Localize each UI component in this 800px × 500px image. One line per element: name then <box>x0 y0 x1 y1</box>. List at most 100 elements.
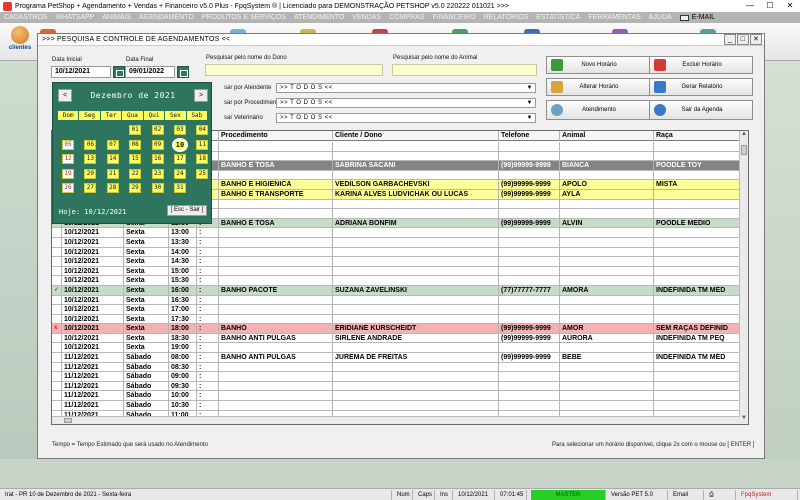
data-final-field[interactable]: 09/01/2022 <box>125 66 175 78</box>
calendar-day[interactable]: 14 <box>106 154 119 164</box>
hscroll-thumb[interactable] <box>64 418 72 423</box>
procedimento-filter-select[interactable]: >> T O D O S << ▼ <box>276 98 536 108</box>
child-minimize-icon[interactable]: _ <box>724 34 736 45</box>
table-row[interactable]: 11/12/2021 Sábado 09:00: <box>52 372 740 382</box>
calendar-day[interactable]: 03 <box>174 125 186 135</box>
menu-relatorios[interactable]: RELATÓRIOS <box>480 14 533 21</box>
grid-header-telefone: Telefone <box>499 131 560 141</box>
menu-whatsapp[interactable]: WHATSAPP <box>52 14 99 21</box>
calendar-day[interactable]: 19 <box>62 168 74 179</box>
table-row[interactable]: 10/12/2021 Sexta 14:00: <box>52 247 740 258</box>
gerar-relatorio-button[interactable]: Gerar Relatório <box>649 78 753 96</box>
cell-animal <box>560 391 654 402</box>
calendar-day[interactable]: 13 <box>84 154 97 164</box>
minimize-icon[interactable]: — <box>740 0 760 12</box>
veterinario-filter-select[interactable]: >> T O D O S << ▼ <box>276 113 536 123</box>
excluir-horario-button[interactable]: Excluir Horário <box>649 56 753 74</box>
table-row[interactable]: 11/12/2021 Sábado 08:00: BANHO ANTI PULGAS J… <box>52 353 740 363</box>
table-row[interactable]: 10/12/2021 Sexta 16:30: <box>52 295 740 306</box>
atendimento-button[interactable]: Atendimento <box>546 100 650 120</box>
table-row[interactable]: 10/12/2021 Sexta 13:30: <box>52 237 740 248</box>
toolbar-clientes-button[interactable]: clientes <box>6 26 34 51</box>
data-inicial-calendar-icon[interactable] <box>113 66 125 78</box>
menu-ferramentas[interactable]: FERRAMENTAS <box>584 14 644 21</box>
calendar-day[interactable]: 31 <box>174 183 186 193</box>
calendar-day[interactable]: 04 <box>196 125 209 135</box>
table-row[interactable]: 11/12/2021 Sábado 08:30: <box>52 362 740 373</box>
calendar-day[interactable]: 18 <box>196 154 209 164</box>
calendar-day[interactable]: 22 <box>129 168 142 179</box>
table-row[interactable]: 10/12/2021 Sexta 18:30: BANHO ANTI PULGAS SI… <box>52 333 740 344</box>
table-row[interactable]: 10/12/2021 Sexta 15:30: <box>52 276 740 286</box>
grid-horizontal-scrollbar[interactable] <box>52 416 740 424</box>
table-row[interactable]: 10/12/2021 Sexta 17:30: <box>52 314 740 325</box>
table-row[interactable]: ✓ 10/12/2021 Sexta 16:00: BANHO PACOTE SUZANA… <box>52 285 740 296</box>
atendente-filter-select[interactable]: >> T O D O S << ▼ <box>276 83 536 93</box>
calendar-day[interactable]: 06 <box>84 139 97 150</box>
table-row[interactable]: 10/12/2021 Sexta 14:30: <box>52 257 740 267</box>
data-inicial-field[interactable]: 10/12/2021 <box>51 66 111 78</box>
calendar-day[interactable]: 23 <box>151 168 164 179</box>
menu-financeiro[interactable]: FINANCEIRO <box>429 14 480 21</box>
animal-search-input[interactable] <box>392 64 537 76</box>
sair-agenda-button[interactable]: Sair da Agenda <box>649 100 753 120</box>
calendar-day[interactable]: 07 <box>106 139 119 150</box>
menu-ajuda[interactable]: AJUDA <box>645 14 676 21</box>
calendar-day[interactable]: 26 <box>62 183 74 193</box>
menu-produtos-servicos[interactable]: PRODUTOS E SERVIÇOS <box>198 14 290 21</box>
table-row[interactable]: 11/12/2021 Sábado 09:30: <box>52 381 740 392</box>
status-printer-icon[interactable]: ⎙ <box>706 490 736 500</box>
dono-search-input[interactable] <box>205 64 383 76</box>
table-row[interactable]: 10/12/2021 Sexta 17:00: <box>52 305 740 315</box>
table-row[interactable]: 10/12/2021 Sexta 13:00: <box>52 228 740 238</box>
scroll-up-icon[interactable]: ▲ <box>740 131 748 140</box>
calendar-day[interactable]: 11 <box>196 139 209 150</box>
menu-compras[interactable]: COMPRAS <box>385 14 428 21</box>
calendar-day[interactable]: 29 <box>129 183 142 193</box>
calendar-day[interactable]: 25 <box>196 168 209 179</box>
calendar-day[interactable]: 20 <box>84 168 97 179</box>
alterar-horario-button[interactable]: Alterar Horário <box>546 78 650 96</box>
table-row[interactable]: 11/12/2021 Sábado 10:00: <box>52 391 740 402</box>
menu-email[interactable]: E-MAIL <box>676 14 719 21</box>
calendar-close-button[interactable]: [ Esc - Sair ] <box>167 205 207 216</box>
calendar-day[interactable]: 27 <box>84 183 97 193</box>
menu-agendamento[interactable]: AGENDAMENTO <box>135 14 198 21</box>
calendar-day[interactable]: 28 <box>106 183 119 193</box>
child-close-icon[interactable]: ✕ <box>750 34 762 45</box>
status-email[interactable]: Email <box>670 490 704 500</box>
calendar-day[interactable]: 09 <box>151 139 164 150</box>
data-final-calendar-icon[interactable] <box>177 66 189 78</box>
child-maximize-icon[interactable]: □ <box>737 34 749 45</box>
calendar-day[interactable]: 01 <box>129 125 142 135</box>
cell-client <box>333 343 499 354</box>
calendar-day[interactable]: 30 <box>151 183 164 193</box>
calendar-day[interactable]: 02 <box>151 125 164 135</box>
calendar-day[interactable]: 24 <box>174 168 186 179</box>
menu-estatistica[interactable]: ESTATÍSTICA <box>532 14 584 21</box>
calendar-day[interactable]: 17 <box>174 154 186 164</box>
calendar-day[interactable]: 10 <box>172 137 188 152</box>
calendar-day[interactable]: 08 <box>129 139 142 150</box>
novo-horario-button[interactable]: Novo Horário <box>546 56 650 74</box>
table-row[interactable]: 10/12/2021 Sexta 19:00: <box>52 343 740 354</box>
scroll-thumb[interactable] <box>741 145 747 155</box>
menu-atendimento[interactable]: ATENDIMENTO <box>290 14 348 21</box>
calendar-day[interactable]: 21 <box>106 168 119 179</box>
table-row[interactable]: 11/12/2021 Sábado 10:30: <box>52 401 740 411</box>
maximize-icon[interactable]: ☐ <box>760 0 780 12</box>
calendar-day[interactable]: 16 <box>151 154 164 164</box>
calendar-day[interactable]: 05 <box>62 139 74 150</box>
calendar-day[interactable]: 12 <box>62 154 74 164</box>
menu-animais[interactable]: ANIMAIS <box>98 14 135 21</box>
table-row[interactable]: 10/12/2021 Sexta 15:00: <box>52 266 740 277</box>
calendar-prev-button[interactable]: < <box>58 88 72 102</box>
menu-cadastros[interactable]: CADASTROS <box>0 14 52 21</box>
grid-vertical-scrollbar[interactable]: ▲ ▼ <box>739 131 748 424</box>
menu-vendas[interactable]: VENDAS <box>348 14 385 21</box>
table-row[interactable]: x 10/12/2021 Sexta 18:00: BANHO ERIDIANE KURS… <box>52 324 740 334</box>
calendar-next-button[interactable]: > <box>194 88 208 102</box>
close-icon[interactable]: ✕ <box>780 0 800 12</box>
scroll-down-icon[interactable]: ▼ <box>740 415 748 424</box>
calendar-day[interactable]: 15 <box>129 154 142 164</box>
